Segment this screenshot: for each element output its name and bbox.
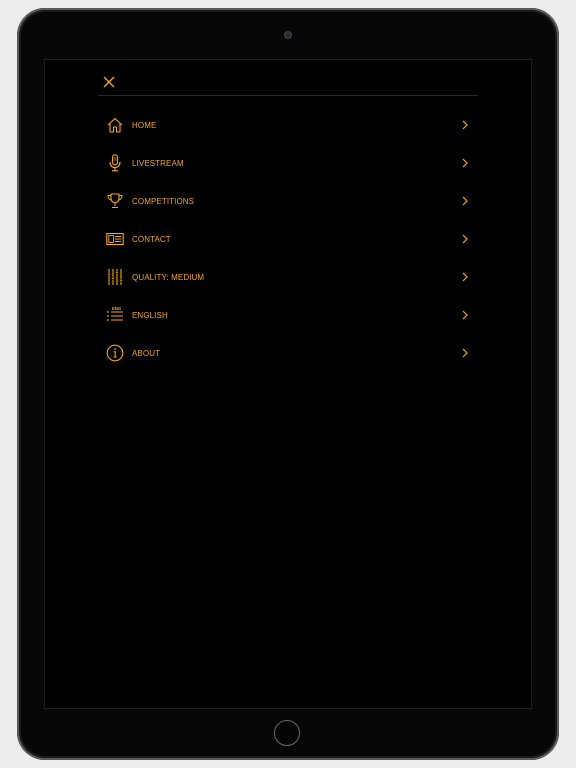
home-button[interactable] <box>274 720 300 746</box>
front-camera <box>285 32 291 38</box>
chevron-right-icon <box>462 120 468 130</box>
menu-item-label: COMPETITIONS <box>132 196 195 206</box>
chevron-right-icon <box>462 196 468 206</box>
info-icon <box>106 344 124 362</box>
menu-item-livestream[interactable]: LIVESTREAM <box>98 144 478 182</box>
menu-divider <box>98 95 478 96</box>
chevron-right-icon <box>462 348 468 358</box>
menu-item-quality[interactable]: QUALITY: MEDIUM <box>98 258 478 296</box>
microphone-icon <box>106 154 124 172</box>
chevron-right-icon <box>462 272 468 282</box>
language-list-icon: ENG <box>106 306 124 324</box>
menu-item-label: ABOUT <box>132 348 161 358</box>
contact-card-icon <box>106 230 124 248</box>
trophy-icon <box>106 192 124 210</box>
tablet-frame: HOME LIVESTREAM COMPETITIONS CONTACT QUA… <box>17 8 559 760</box>
menu-item-competitions[interactable]: COMPETITIONS <box>98 182 478 220</box>
home-icon <box>106 116 124 134</box>
close-button[interactable] <box>101 74 117 90</box>
menu-item-label: ENGLISH <box>132 310 168 320</box>
menu-item-label: QUALITY: MEDIUM <box>132 272 205 282</box>
app-screen: HOME LIVESTREAM COMPETITIONS CONTACT QUA… <box>44 59 532 709</box>
menu-item-label: LIVESTREAM <box>132 158 184 168</box>
menu-item-label: HOME <box>132 120 157 130</box>
menu-item-contact[interactable]: CONTACT <box>98 220 478 258</box>
menu-item-language[interactable]: ENG ENGLISH <box>98 296 478 334</box>
language-code-text: ENG <box>112 306 121 311</box>
close-icon <box>103 76 115 88</box>
menu-item-about[interactable]: ABOUT <box>98 334 478 372</box>
chevron-right-icon <box>462 234 468 244</box>
menu-item-home[interactable]: HOME <box>98 106 478 144</box>
chevron-right-icon <box>462 158 468 168</box>
chevron-right-icon <box>462 310 468 320</box>
side-menu: HOME LIVESTREAM COMPETITIONS CONTACT QUA… <box>98 106 478 372</box>
menu-item-label: CONTACT <box>132 234 171 244</box>
equalizer-icon <box>106 268 124 286</box>
